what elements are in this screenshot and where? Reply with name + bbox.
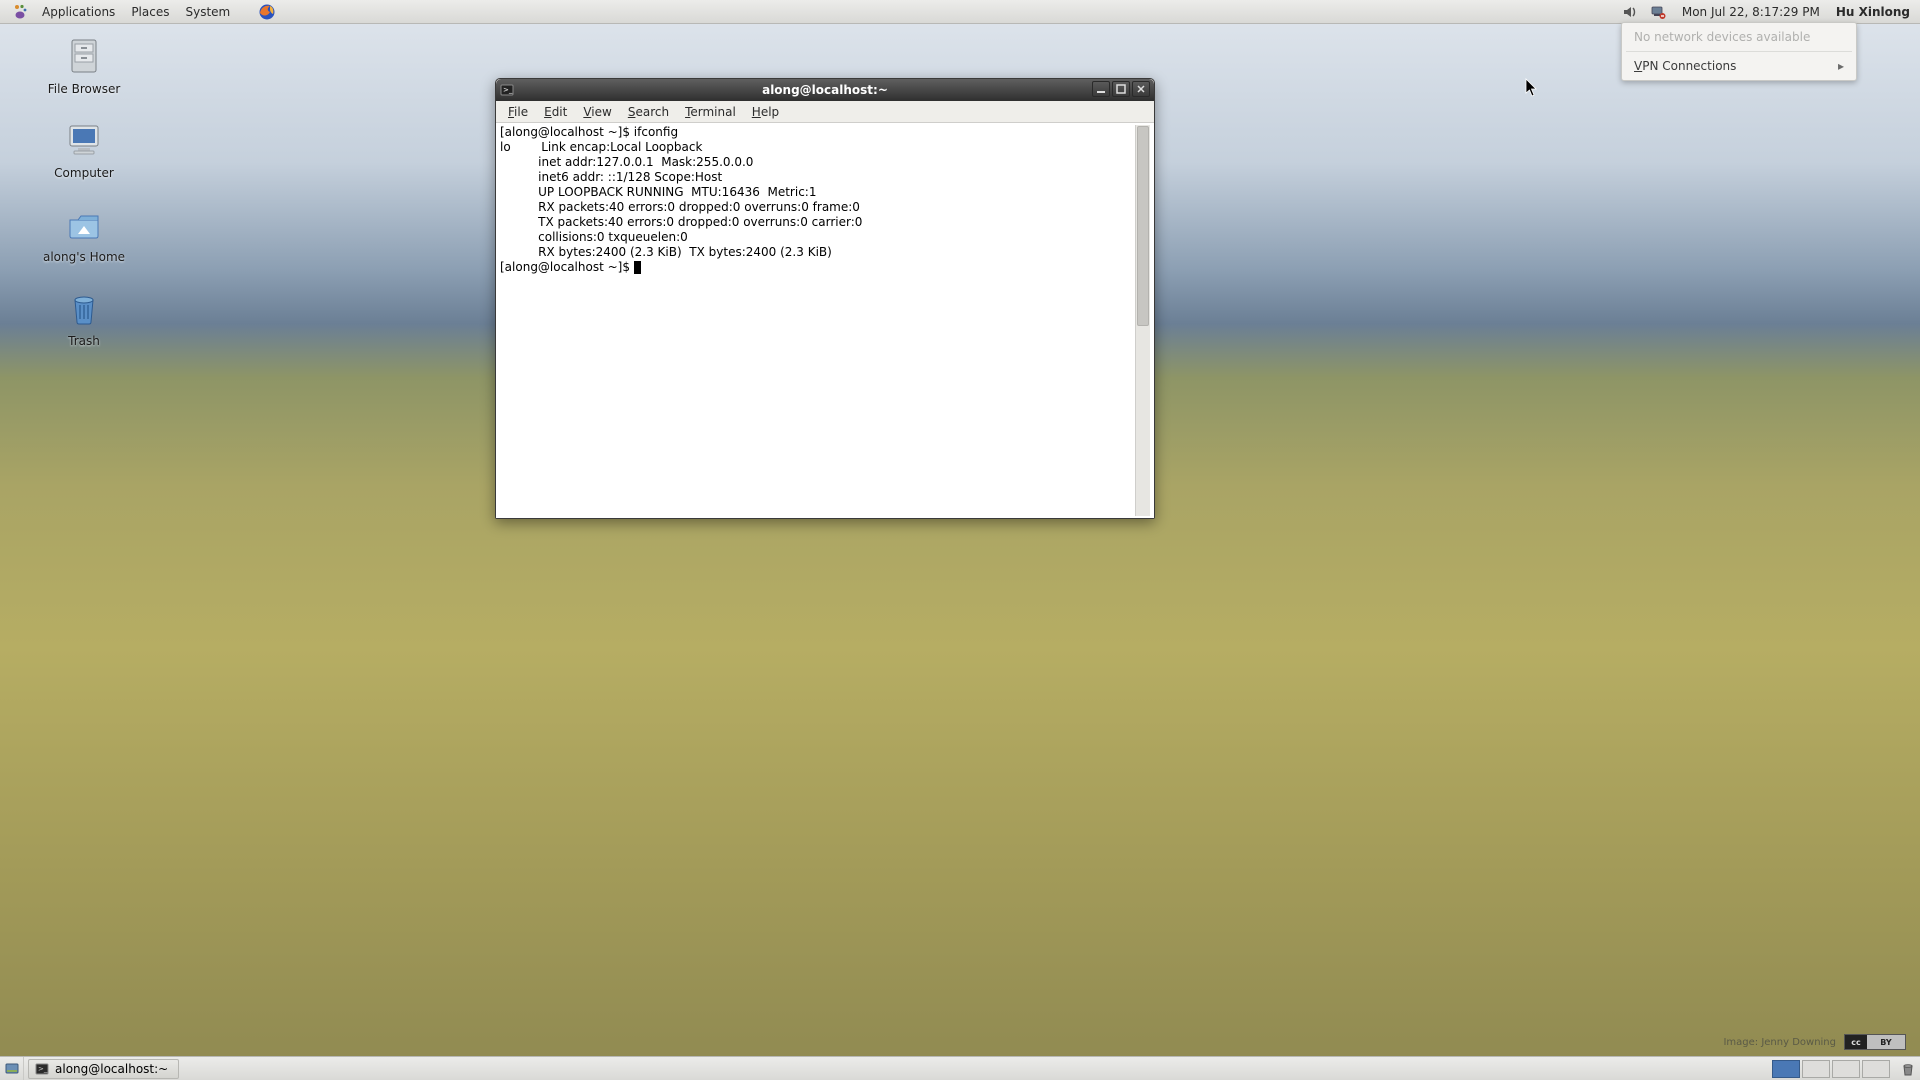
chevron-right-icon: ▸ [1838,59,1844,73]
terminal-menubar: FileFile EditEdit ViewView SearchSearch … [496,101,1154,123]
no-network-devices: No network devices available [1622,23,1856,51]
bottom-panel: >_ along@localhost:~ [0,1056,1920,1080]
menu-file[interactable]: FileFile [500,103,536,121]
network-icon[interactable] [1644,0,1672,23]
scrollbar-thumb[interactable] [1137,126,1149,326]
desktop-icon-file-browser[interactable]: File Browser [24,34,144,96]
menu-system[interactable]: System [177,0,238,23]
credit-text: Image: Jenny Downing [1723,1037,1836,1048]
workspace-4[interactable] [1862,1060,1890,1078]
svg-text:>_: >_ [38,1065,48,1073]
gnome-foot-icon[interactable] [6,4,34,20]
cc-by-badge: ccBY [1844,1034,1906,1050]
home-folder-icon [62,202,106,246]
terminal-output: [along@localhost ~]$ ifconfiglo Link enc… [500,125,1135,516]
wallpaper-credit: Image: Jenny Downing ccBY [1723,1034,1906,1050]
terminal-window: >_ along@localhost:~ FileFile EditEdit V… [495,78,1155,519]
terminal-icon: >_ [35,1062,49,1076]
terminal-body[interactable]: [along@localhost ~]$ ifconfiglo Link enc… [496,123,1154,518]
network-popup: No network devices available VVPN Connec… [1621,22,1857,81]
menu-edit[interactable]: EditEdit [536,103,575,121]
mouse-cursor-icon [1525,78,1539,98]
workspace-2[interactable] [1802,1060,1830,1078]
taskbar-item-terminal[interactable]: >_ along@localhost:~ [28,1059,179,1079]
desktop-icon-label: Computer [24,166,144,180]
desktop-icons: File Browser Computer along's Home Trash [24,34,164,370]
workspace-switcher[interactable] [1772,1060,1890,1078]
workspace-3[interactable] [1832,1060,1860,1078]
desktop-icon-computer[interactable]: Computer [24,118,144,180]
show-desktop-button[interactable] [0,1057,24,1080]
file-cabinet-icon [62,34,106,78]
terminal-title: along@localhost:~ [496,83,1154,97]
terminal-titlebar-icon: >_ [496,83,518,97]
trash-icon [62,286,106,330]
menu-help[interactable]: HelpHelp [744,103,787,121]
vpn-connections[interactable]: VVPN ConnectionsPN Connections ▸ [1622,52,1856,80]
desktop-icon-home[interactable]: along's Home [24,202,144,264]
computer-icon [62,118,106,162]
terminal-titlebar[interactable]: >_ along@localhost:~ [496,79,1154,101]
user-menu[interactable]: Hu Xinlong [1830,5,1920,19]
desktop-icon-label: File Browser [24,82,144,96]
workspace-1[interactable] [1772,1060,1800,1078]
menu-search[interactable]: SearchSearch [620,103,677,121]
menu-view[interactable]: ViewView [575,103,619,121]
svg-text:>_: >_ [503,86,513,94]
desktop-icon-trash[interactable]: Trash [24,286,144,348]
menu-applications[interactable]: Applications [34,0,123,23]
menu-places[interactable]: Places [123,0,177,23]
panel-trash-icon[interactable] [1896,1061,1920,1077]
desktop-icon-label: Trash [24,334,144,348]
taskbar-item-label: along@localhost:~ [55,1062,168,1076]
clock[interactable]: Mon Jul 22, 8:17:29 PM [1672,5,1830,19]
close-button[interactable] [1132,81,1150,97]
menu-terminal[interactable]: TerminalTerminal [677,103,744,121]
maximize-button[interactable] [1112,81,1130,97]
top-panel: Applications Places System Mon Jul 22, 8… [0,0,1920,24]
desktop-icon-label: along's Home [24,250,144,264]
terminal-scrollbar[interactable] [1135,125,1150,516]
firefox-launcher[interactable] [252,0,282,23]
volume-icon[interactable] [1616,0,1644,23]
minimize-button[interactable] [1092,81,1110,97]
